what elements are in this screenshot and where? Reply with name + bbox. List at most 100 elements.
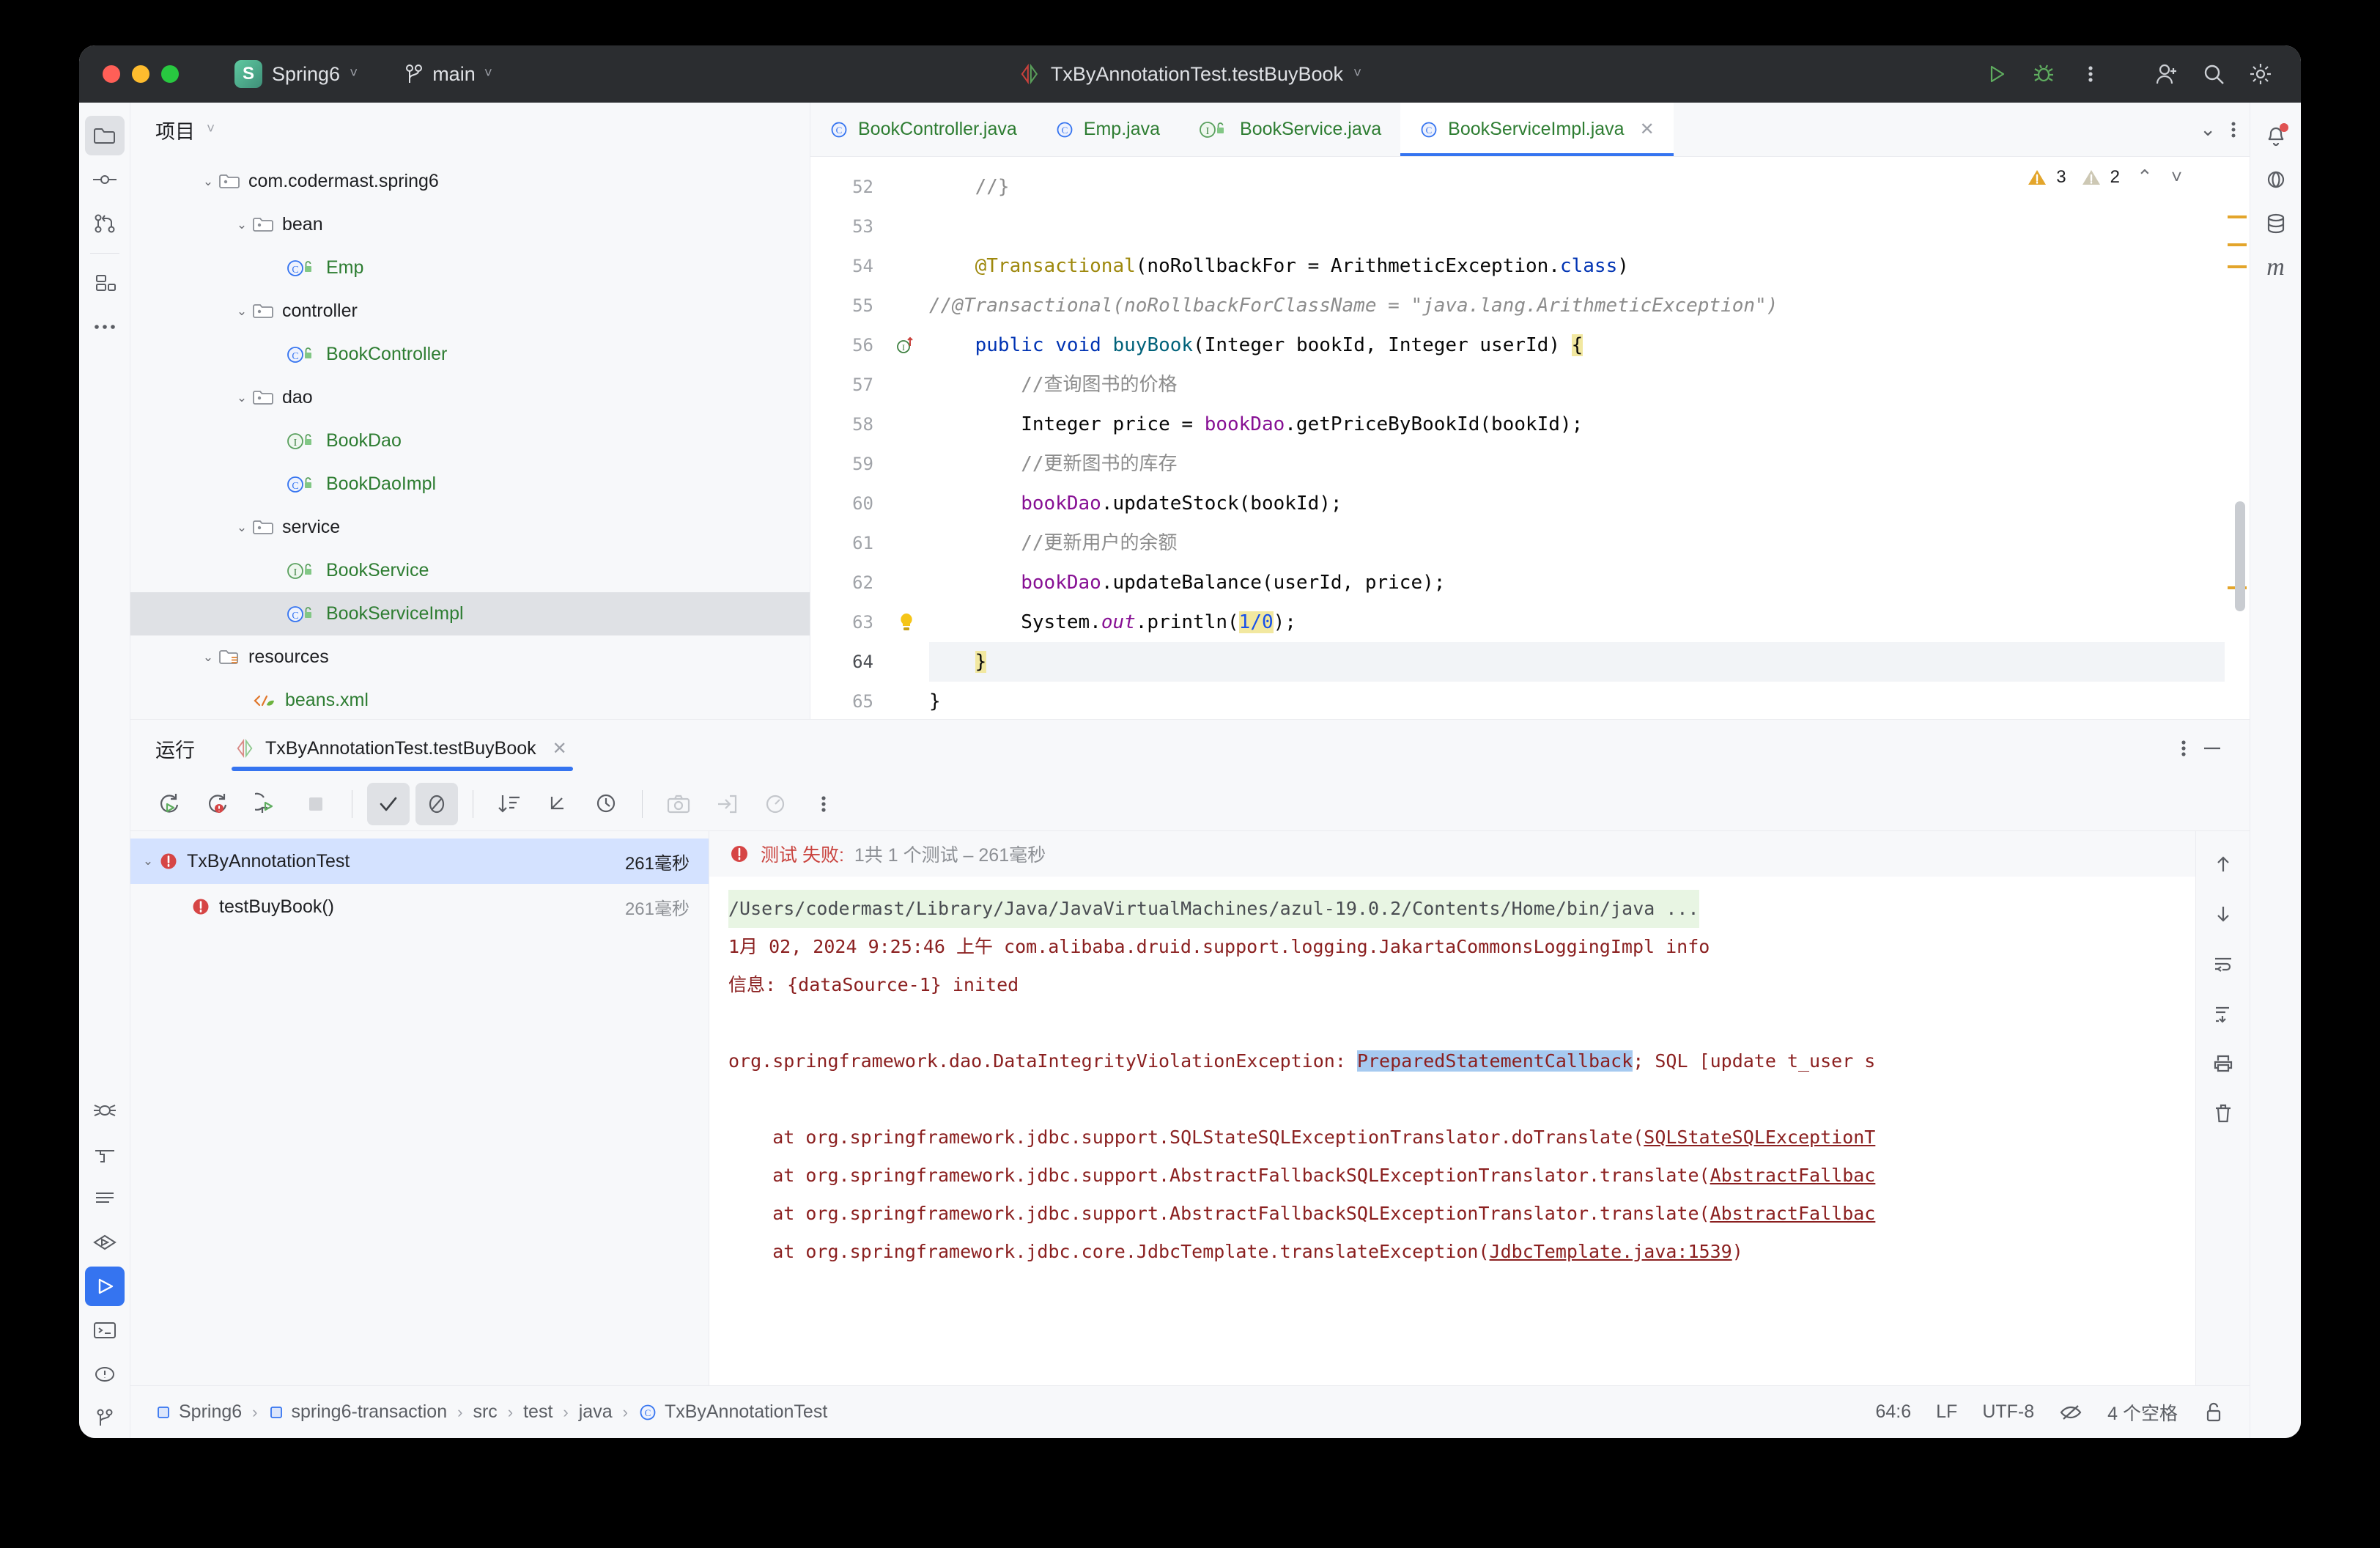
editor-tab-bar[interactable]: C BookController.java C Emp.java I BookServic… bbox=[810, 103, 2250, 157]
editor-code[interactable]: //} @Transactional(noRollbackFor = Arith… bbox=[929, 157, 2250, 719]
more-options-button[interactable] bbox=[802, 783, 845, 825]
chevron-down-icon[interactable]: ⌄ bbox=[232, 520, 252, 535]
close-window-button[interactable] bbox=[103, 65, 120, 83]
inspection-widget[interactable]: 3 2 ⌃ ˅ bbox=[2026, 166, 2182, 188]
editor-marker-bar[interactable] bbox=[2225, 157, 2250, 719]
code-line[interactable]: } bbox=[929, 682, 2250, 719]
sidebar-item-problems[interactable] bbox=[85, 1354, 125, 1394]
editor-tab-bookservice-java[interactable]: I BookService.java bbox=[1179, 103, 1400, 156]
database-icon[interactable] bbox=[2256, 204, 2296, 243]
code-line[interactable]: //更新图书的库存 bbox=[929, 444, 2250, 484]
sidebar-item-services[interactable] bbox=[85, 1223, 125, 1262]
console-selection[interactable]: PreparedStatementCallback bbox=[1356, 1050, 1633, 1072]
account-icon[interactable] bbox=[2147, 54, 2187, 94]
sidebar-item-project[interactable] bbox=[84, 116, 125, 155]
show-passed-toggle[interactable] bbox=[367, 782, 410, 825]
chevron-down-icon[interactable]: ⌄ bbox=[232, 391, 252, 405]
more-vertical-icon[interactable] bbox=[2071, 54, 2110, 94]
sidebar-item-notifications[interactable] bbox=[85, 1179, 125, 1218]
stacktrace-link[interactable]: AbstractFallbac bbox=[1710, 1165, 1876, 1186]
editor-tab-bookcontroller-java[interactable]: C BookController.java bbox=[810, 103, 1036, 156]
window-controls[interactable] bbox=[103, 65, 179, 83]
test-history-button[interactable] bbox=[585, 783, 627, 825]
run-toolbar[interactable] bbox=[130, 777, 2250, 831]
chevron-down-icon[interactable]: ⌄ bbox=[232, 304, 252, 319]
tree-item-bookserviceimpl[interactable]: C BookServiceImpl bbox=[130, 592, 810, 635]
code-line[interactable]: bookDao.updateBalance(userId, price); bbox=[929, 563, 2250, 602]
maven-icon[interactable]: m bbox=[2256, 248, 2296, 287]
tab-list-chevron-icon[interactable]: ⌄ bbox=[2189, 118, 2226, 141]
code-line[interactable] bbox=[929, 207, 2250, 246]
tree-item-controller[interactable]: ⌄ controller bbox=[130, 290, 810, 333]
chevron-down-icon[interactable]: ⌄ bbox=[138, 854, 158, 869]
intention-bulb-icon[interactable] bbox=[884, 602, 929, 642]
lock-icon[interactable] bbox=[2203, 1401, 2225, 1424]
search-icon[interactable] bbox=[2194, 54, 2233, 94]
sidebar-item-run[interactable] bbox=[84, 1267, 125, 1306]
breadcrumb-item[interactable]: spring6-transaction bbox=[268, 1401, 447, 1423]
editor-tab-bookserviceimpl-java[interactable]: C BookServiceImpl.java ✕ bbox=[1400, 103, 1674, 156]
stacktrace-link[interactable]: SQLStateSQLExceptionT bbox=[1644, 1127, 1875, 1148]
code-line[interactable]: bookDao.updateStock(bookId); bbox=[929, 484, 2250, 523]
tree-item-com-codermast-spring6[interactable]: ⌄ com.codermast.spring6 bbox=[130, 160, 810, 203]
breadcrumb-item[interactable]: test bbox=[523, 1401, 552, 1423]
test-row[interactable]: ⌄ TxByAnnotationTest 261毫秒 bbox=[130, 838, 709, 884]
test-tree[interactable]: ⌄ TxByAnnotationTest 261毫秒 testBuyBook() 261… bbox=[130, 831, 709, 1385]
sidebar-item-debug[interactable] bbox=[85, 1091, 125, 1130]
code-line[interactable]: //@Transactional(noRollbackForClassName … bbox=[929, 286, 2250, 325]
clear-all-icon[interactable] bbox=[2202, 1092, 2244, 1135]
scroll-down-icon[interactable] bbox=[2202, 893, 2244, 935]
tree-item-bookdao[interactable]: I BookDao bbox=[130, 419, 810, 462]
show-ignored-toggle[interactable] bbox=[415, 782, 458, 825]
chevron-down-icon[interactable]: ⌄ bbox=[198, 174, 218, 189]
project-selector[interactable]: S Spring6 ˅ bbox=[227, 56, 365, 92]
branch-selector[interactable]: main ˅ bbox=[397, 59, 500, 89]
ai-assistant-icon[interactable] bbox=[2256, 160, 2296, 199]
code-line[interactable]: Integer price = bookDao.getPriceByBookId… bbox=[929, 405, 2250, 444]
run-configuration-selector[interactable]: TxByAnnotationTest.testBuyBook ˅ bbox=[1008, 59, 1372, 90]
stacktrace-link[interactable]: JdbcTemplate.java:1539 bbox=[1490, 1241, 1732, 1262]
tree-item-bean[interactable]: ⌄ bean bbox=[130, 203, 810, 246]
close-icon[interactable]: ✕ bbox=[552, 738, 567, 759]
run-panel-tab[interactable]: TxByAnnotationTest.testBuyBook ✕ bbox=[232, 720, 573, 777]
notifications-icon[interactable] bbox=[2256, 116, 2296, 155]
chevron-down-icon[interactable]: ⌄ bbox=[198, 650, 218, 665]
tree-item-beans-xml[interactable]: beans.xml bbox=[130, 679, 810, 719]
indent-setting[interactable]: 4 个空格 bbox=[2107, 1399, 2178, 1426]
tree-item-service[interactable]: ⌄ service bbox=[130, 506, 810, 549]
more-vertical-icon[interactable] bbox=[2181, 737, 2187, 759]
settings-icon[interactable] bbox=[2241, 54, 2280, 94]
sidebar-item-terminal[interactable] bbox=[85, 1311, 125, 1350]
rerun-failed-tests-button[interactable] bbox=[198, 783, 240, 825]
more-vertical-icon[interactable] bbox=[2231, 119, 2236, 140]
breadcrumb-item[interactable]: C TxByAnnotationTest bbox=[638, 1401, 827, 1423]
rerun-button[interactable] bbox=[149, 783, 192, 825]
breadcrumb-item[interactable]: Spring6 bbox=[155, 1401, 242, 1423]
sidebar-item-structure[interactable] bbox=[85, 263, 125, 303]
test-row[interactable]: testBuyBook() 261毫秒 bbox=[130, 884, 709, 929]
code-line[interactable]: } bbox=[929, 642, 2250, 682]
project-tree[interactable]: ⌄ com.codermast.spring6 ⌄ bean C Emp ⌄ controll… bbox=[130, 157, 810, 719]
breadcrumb-item[interactable]: src bbox=[473, 1401, 497, 1423]
minimize-window-button[interactable] bbox=[132, 65, 149, 83]
chevron-down-icon[interactable]: ˅ bbox=[207, 122, 215, 138]
run-button[interactable] bbox=[1977, 54, 2017, 94]
expand-collapse-button[interactable] bbox=[536, 783, 579, 825]
editor-tab-emp-java[interactable]: C Emp.java bbox=[1036, 103, 1179, 156]
reader-mode-icon[interactable] bbox=[2059, 1401, 2082, 1423]
next-problem-icon[interactable]: ˅ bbox=[2171, 166, 2182, 188]
tree-item-emp[interactable]: C Emp bbox=[130, 246, 810, 290]
sort-by-duration-button[interactable] bbox=[488, 783, 531, 825]
print-icon[interactable] bbox=[2202, 1042, 2244, 1085]
code-line[interactable]: @Transactional(noRollbackFor = Arithmeti… bbox=[929, 246, 2250, 286]
tree-item-bookservice[interactable]: I BookService bbox=[130, 549, 810, 592]
editor-gutter-icons[interactable]: I bbox=[884, 157, 929, 719]
code-line[interactable]: public void buyBook(Integer bookId, Inte… bbox=[929, 325, 2250, 365]
sidebar-item-pull-requests[interactable] bbox=[85, 204, 125, 243]
implemented-method-icon[interactable]: I bbox=[884, 325, 929, 365]
code-line[interactable]: //查询图书的价格 bbox=[929, 365, 2250, 405]
caret-position[interactable]: 64:6 bbox=[1875, 1401, 1911, 1423]
breadcrumb[interactable]: Spring6 › spring6-transaction › src › test › jav… bbox=[155, 1401, 827, 1423]
scroll-up-icon[interactable] bbox=[2202, 843, 2244, 885]
tree-item-dao[interactable]: ⌄ dao bbox=[130, 376, 810, 419]
